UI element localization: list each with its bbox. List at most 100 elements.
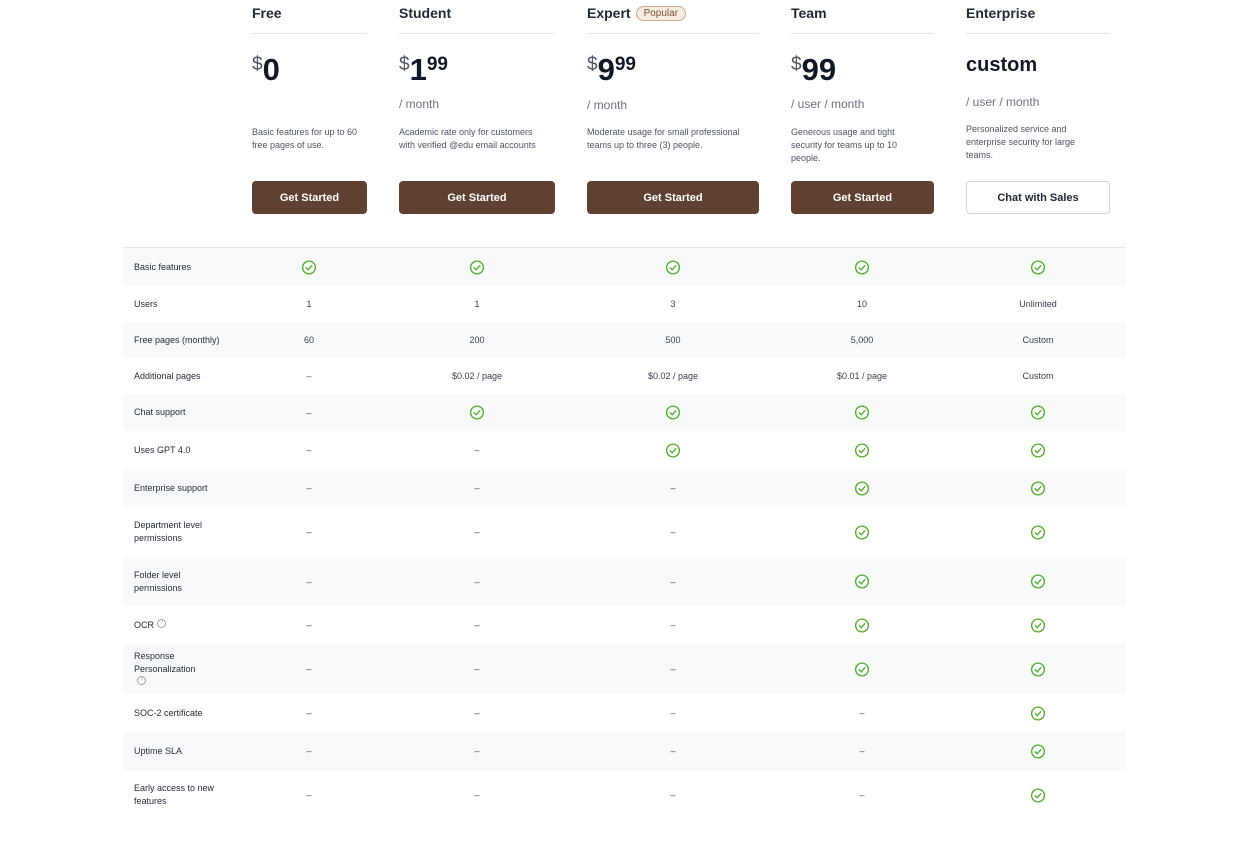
get-started-button-free[interactable]: Get Started	[252, 181, 367, 214]
info-icon[interactable]: ?	[157, 618, 166, 628]
table-cell-free: –	[306, 431, 311, 469]
table-cell-enterprise	[1030, 431, 1046, 469]
table-cell-student: –	[474, 606, 479, 644]
cell-value: –	[474, 790, 480, 800]
table-cell-expert: –	[670, 606, 675, 644]
table-cell-team: –	[859, 694, 864, 732]
table-cell-student: 1	[474, 286, 479, 322]
get-started-button-team[interactable]: Get Started	[791, 181, 934, 214]
plan-name-text: Team	[791, 5, 827, 21]
plan-price: $999	[587, 52, 636, 88]
cell-value: –	[670, 527, 676, 537]
feature-label: Chat support	[134, 394, 274, 431]
plan-price: $199	[399, 52, 448, 88]
table-cell-student	[469, 248, 485, 286]
check-circle-icon	[854, 574, 870, 589]
plan-name: Student	[399, 5, 451, 21]
feature-name: Users	[134, 298, 158, 309]
info-icon[interactable]: ?	[137, 675, 146, 685]
table-cell-free: –	[306, 394, 311, 431]
cell-value: –	[306, 790, 312, 800]
price-currency: $	[252, 54, 263, 75]
cell-value: –	[474, 746, 480, 756]
plan-name: Enterprise	[966, 5, 1035, 21]
table-cell-free: –	[306, 507, 311, 557]
cell-value: 10	[856, 299, 868, 309]
plan-column-enterprise: Enterprise custom / user / month Personaliz…	[966, 0, 1110, 220]
check-circle-icon	[854, 259, 870, 275]
plan-divider	[252, 33, 367, 34]
table-row: Department level permissions – – –	[123, 507, 1126, 557]
cell-value: –	[859, 790, 865, 800]
table-cell-free	[301, 248, 317, 286]
table-cell-enterprise: Unlimited	[1019, 286, 1057, 322]
table-cell-team: 5,000	[851, 322, 874, 358]
cell-value: –	[474, 620, 480, 630]
table-cell-expert: –	[670, 469, 675, 507]
cell-value: 3	[670, 299, 676, 309]
table-cell-team	[854, 644, 870, 694]
cell-value: –	[474, 445, 480, 455]
price-amount: 0	[262, 52, 280, 87]
feature-label: OCR?	[134, 606, 274, 644]
price-period: / month	[399, 97, 440, 111]
plan-description: Basic features for up to 60 free pages o…	[252, 127, 358, 150]
feature-label: Free pages (monthly)	[134, 322, 274, 358]
table-cell-team: –	[859, 770, 864, 820]
cell-value: 1	[474, 299, 480, 309]
check-circle-icon	[1030, 524, 1046, 540]
check-circle-icon	[665, 259, 681, 275]
check-circle-icon	[1030, 661, 1046, 677]
get-started-button-student[interactable]: Get Started	[399, 181, 555, 214]
cell-value: 60	[303, 335, 315, 345]
table-row: Early access to new features – – – –	[123, 770, 1126, 820]
plan-name: Team	[791, 5, 827, 21]
table-cell-team	[854, 248, 870, 286]
price-period: / user / month	[966, 95, 1040, 109]
check-circle-icon	[854, 442, 870, 458]
table-cell-free: –	[306, 644, 311, 694]
table-cell-free: –	[306, 732, 311, 770]
feature-name: Chat support	[134, 407, 186, 417]
chat-with-sales-button[interactable]: Chat with Sales	[966, 181, 1110, 214]
table-cell-expert	[665, 394, 681, 431]
table-cell-team	[854, 507, 870, 557]
table-cell-team: 10	[857, 286, 867, 322]
plan-divider	[399, 33, 555, 34]
check-circle-icon	[1030, 617, 1046, 633]
table-cell-enterprise	[1030, 394, 1046, 431]
feature-name: Uptime SLA	[134, 745, 183, 756]
table-cell-free: 1	[306, 286, 311, 322]
table-cell-enterprise	[1030, 770, 1046, 820]
cell-value: Unlimited	[1019, 299, 1057, 309]
check-circle-icon	[301, 259, 317, 275]
table-row: Additional pages – $0.02 / page $0.02 / pag…	[123, 358, 1126, 394]
price-amount: 1	[409, 52, 427, 87]
cell-value: –	[474, 576, 480, 587]
cell-value: –	[670, 576, 676, 587]
plan-name-text: Free	[252, 5, 282, 21]
table-cell-student: $0.02 / page	[452, 358, 502, 394]
plan-name-text: Expert	[587, 5, 631, 21]
cell-value: 200	[469, 335, 485, 345]
cell-value: –	[474, 664, 480, 674]
check-circle-icon	[1030, 574, 1046, 589]
feature-name: Folder level permissions	[134, 569, 183, 593]
feature-label: Early access to new features	[134, 770, 219, 820]
check-circle-icon	[665, 405, 681, 420]
table-cell-enterprise: Custom	[1022, 322, 1053, 358]
table-row: SOC-2 certificate – – – –	[123, 694, 1126, 732]
table-cell-expert: 3	[670, 286, 675, 322]
get-started-button-expert[interactable]: Get Started	[587, 181, 759, 214]
table-cell-student	[469, 394, 485, 431]
plan-description: Generous usage and tight security for te…	[791, 127, 898, 163]
table-cell-student: –	[474, 557, 479, 606]
price-currency: $	[399, 54, 410, 75]
cell-value: –	[306, 371, 312, 381]
table-cell-team: $0.01 / page	[837, 358, 887, 394]
check-circle-icon	[665, 442, 681, 458]
popular-badge: Popular	[635, 6, 687, 21]
plan-column-expert: Expert Popular $999 / month Moderate usage f…	[587, 0, 759, 220]
feature-comparison-table: Basic features Users 1 1 3 10 Unlimited Free pa…	[123, 247, 1126, 806]
cell-value: –	[670, 708, 676, 718]
